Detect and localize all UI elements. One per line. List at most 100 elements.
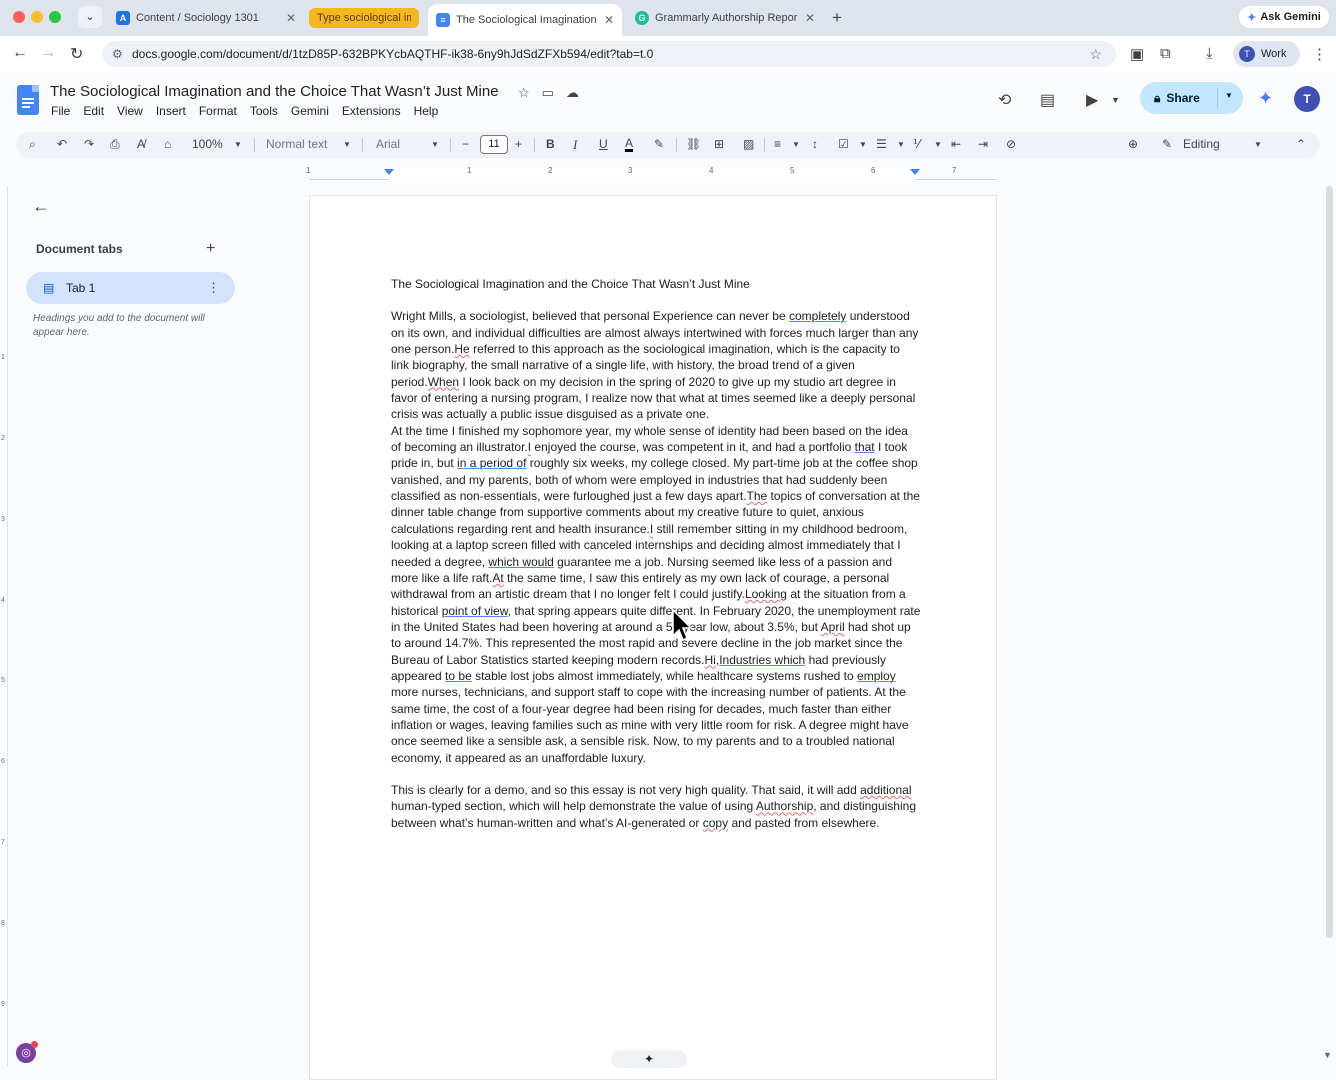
comments-icon[interactable]: ▤	[1040, 90, 1055, 110]
add-comment-icon[interactable]: ⊞	[714, 137, 724, 151]
grammarly-authorship-icon[interactable]: ◎	[16, 1041, 38, 1063]
decrease-font-size-icon[interactable]: −	[462, 137, 469, 151]
menu-format[interactable]: Format	[199, 104, 237, 118]
chevron-down-icon[interactable]: ▼	[234, 140, 242, 149]
vertical-scrollbar[interactable]	[1326, 186, 1333, 938]
editing-mode-select[interactable]: Editing	[1183, 137, 1220, 151]
profile-button[interactable]: T Work	[1233, 41, 1300, 67]
right-indent-marker[interactable]	[910, 169, 920, 175]
font-select[interactable]: Arial	[376, 137, 400, 151]
clear-formatting-icon[interactable]: ⊘	[1006, 137, 1016, 151]
text-color-icon[interactable]: A	[625, 137, 634, 152]
insert-link-icon[interactable]: ⛓	[686, 137, 701, 151]
gemini-icon[interactable]: ✦	[1258, 88, 1273, 109]
meet-dropdown-icon[interactable]: ▼	[1111, 95, 1120, 105]
share-dropdown-icon[interactable]: ▼	[1225, 91, 1233, 100]
menu-extensions[interactable]: Extensions	[342, 104, 401, 118]
italic-icon[interactable]: I	[573, 137, 577, 153]
close-outline-icon[interactable]: ←	[32, 196, 50, 217]
tab-search-button[interactable]: ⌄	[78, 6, 102, 28]
close-tab-icon[interactable]: ✕	[286, 11, 296, 25]
forward-icon[interactable]: →	[40, 44, 56, 62]
document-body[interactable]: The Sociological Imagination and the Cho…	[391, 276, 921, 831]
browser-tab-grammarly-report[interactable]: G Grammarly Authorship Repor ✕	[627, 5, 823, 31]
extension-icon[interactable]: ▣	[1130, 45, 1144, 63]
increase-indent-icon[interactable]: ⇥	[978, 137, 988, 151]
menu-gemini[interactable]: Gemini	[291, 104, 329, 118]
menu-insert[interactable]: Insert	[156, 104, 186, 118]
gemini-help-me-write-button[interactable]: ✦	[611, 1050, 687, 1068]
increase-font-size-icon[interactable]: +	[515, 137, 522, 151]
close-tab-icon[interactable]: ✕	[805, 11, 815, 25]
chevron-down-icon[interactable]: ▼	[934, 140, 942, 149]
bold-icon[interactable]: B	[546, 137, 555, 151]
browser-tab-grammarly-group[interactable]: Type sociological im	[309, 8, 419, 28]
bookmark-star-icon[interactable]: ☆	[1089, 41, 1102, 67]
new-tab-button[interactable]: +	[832, 8, 842, 28]
version-history-icon[interactable]: ⟲	[998, 90, 1011, 110]
chevron-down-icon[interactable]: ▼	[431, 140, 439, 149]
underline-icon[interactable]: U	[599, 137, 608, 151]
print-icon[interactable]: ⎙	[110, 137, 120, 152]
avatar[interactable]: T	[1294, 86, 1320, 112]
maximize-window-button[interactable]	[49, 11, 61, 23]
star-icon[interactable]: ☆	[518, 85, 542, 100]
reload-icon[interactable]: ↻	[70, 44, 83, 64]
decrease-indent-icon[interactable]: ⇤	[951, 137, 961, 151]
menu-file[interactable]: File	[51, 104, 70, 118]
document-title[interactable]: The Sociological Imagination and the Cho…	[50, 83, 499, 100]
ask-gemini-button[interactable]: ✦ Ask Gemini	[1239, 6, 1329, 28]
back-icon[interactable]: ←	[12, 44, 28, 62]
redo-icon[interactable]: ↷	[84, 137, 94, 151]
align-icon[interactable]: ≡	[774, 137, 781, 151]
close-window-button[interactable]	[13, 11, 25, 23]
chevron-down-icon[interactable]: ▼	[343, 140, 351, 149]
document-page[interactable]: The Sociological Imagination and the Cho…	[309, 195, 997, 1080]
menu-view[interactable]: View	[117, 104, 143, 118]
zoom-select[interactable]: 100%	[192, 137, 223, 151]
chevron-down-icon[interactable]: ▼	[859, 140, 867, 149]
site-settings-icon[interactable]: ⚙	[112, 41, 123, 67]
editing-pencil-icon[interactable]: ✎	[1162, 137, 1172, 151]
insert-image-icon[interactable]: ▨	[743, 137, 754, 151]
share-button[interactable]: 🔒︎ Share ▼	[1140, 82, 1243, 114]
chevron-down-icon[interactable]: ▼	[1254, 140, 1262, 149]
address-bar[interactable]: ⚙ docs.google.com/document/d/1tzD85P-632…	[102, 41, 1116, 67]
move-folder-icon[interactable]: ▭	[542, 85, 566, 100]
paint-format-icon[interactable]: ⌂	[164, 137, 171, 151]
scroll-down-arrow-icon[interactable]: ▼	[1323, 1050, 1332, 1060]
checklist-icon[interactable]: ☑	[838, 137, 849, 151]
undo-icon[interactable]: ↶	[57, 137, 67, 151]
font-size-input[interactable]: 11	[480, 135, 508, 154]
extensions-puzzle-icon[interactable]: ⧉	[1160, 45, 1171, 62]
minimize-window-button[interactable]	[31, 11, 43, 23]
highlight-icon[interactable]: ✎	[654, 137, 664, 151]
hide-menus-icon[interactable]: ⌃	[1296, 137, 1306, 151]
gemini-refine-icon[interactable]: ⊕	[1128, 137, 1138, 151]
left-indent-marker[interactable]	[384, 169, 394, 175]
vertical-ruler[interactable]: 1 2 3 4 5 6 7 8 9	[0, 186, 8, 1066]
menu-help[interactable]: Help	[414, 104, 439, 118]
add-tab-button[interactable]: +	[206, 240, 215, 258]
browser-menu-icon[interactable]: ⋮	[1312, 45, 1327, 63]
download-icon[interactable]: ⤓	[1206, 45, 1213, 62]
docs-logo-icon[interactable]	[17, 85, 39, 115]
browser-tab-sociological-imagination[interactable]: ≡ The Sociological Imagination ✕	[428, 4, 622, 36]
more-options-icon[interactable]: ⋮	[207, 280, 220, 296]
menu-tools[interactable]: Tools	[250, 104, 278, 118]
sidebar-item-tab-1[interactable]: ▤ Tab 1 ⋮	[26, 272, 235, 304]
numbered-list-icon[interactable]: ⅟	[913, 137, 920, 151]
chevron-down-icon[interactable]: ▼	[897, 140, 905, 149]
paragraph-style-select[interactable]: Normal text	[266, 137, 327, 151]
search-menus-icon[interactable]: ⌕	[29, 137, 36, 152]
close-tab-icon[interactable]: ✕	[604, 13, 614, 27]
chevron-down-icon[interactable]: ▼	[792, 140, 800, 149]
spellcheck-icon[interactable]: A̸	[137, 137, 145, 151]
meet-icon[interactable]: ▶	[1086, 90, 1098, 110]
horizontal-ruler[interactable]: 1 1 2 3 4 5 6 7	[306, 166, 997, 181]
cloud-saved-icon[interactable]: ☁	[566, 85, 591, 100]
line-spacing-icon[interactable]: ↕	[812, 137, 818, 151]
menu-edit[interactable]: Edit	[83, 104, 104, 118]
browser-tab-content-sociology[interactable]: A Content / Sociology 1301 ✕	[108, 5, 304, 31]
bulleted-list-icon[interactable]: ☰	[876, 137, 887, 151]
